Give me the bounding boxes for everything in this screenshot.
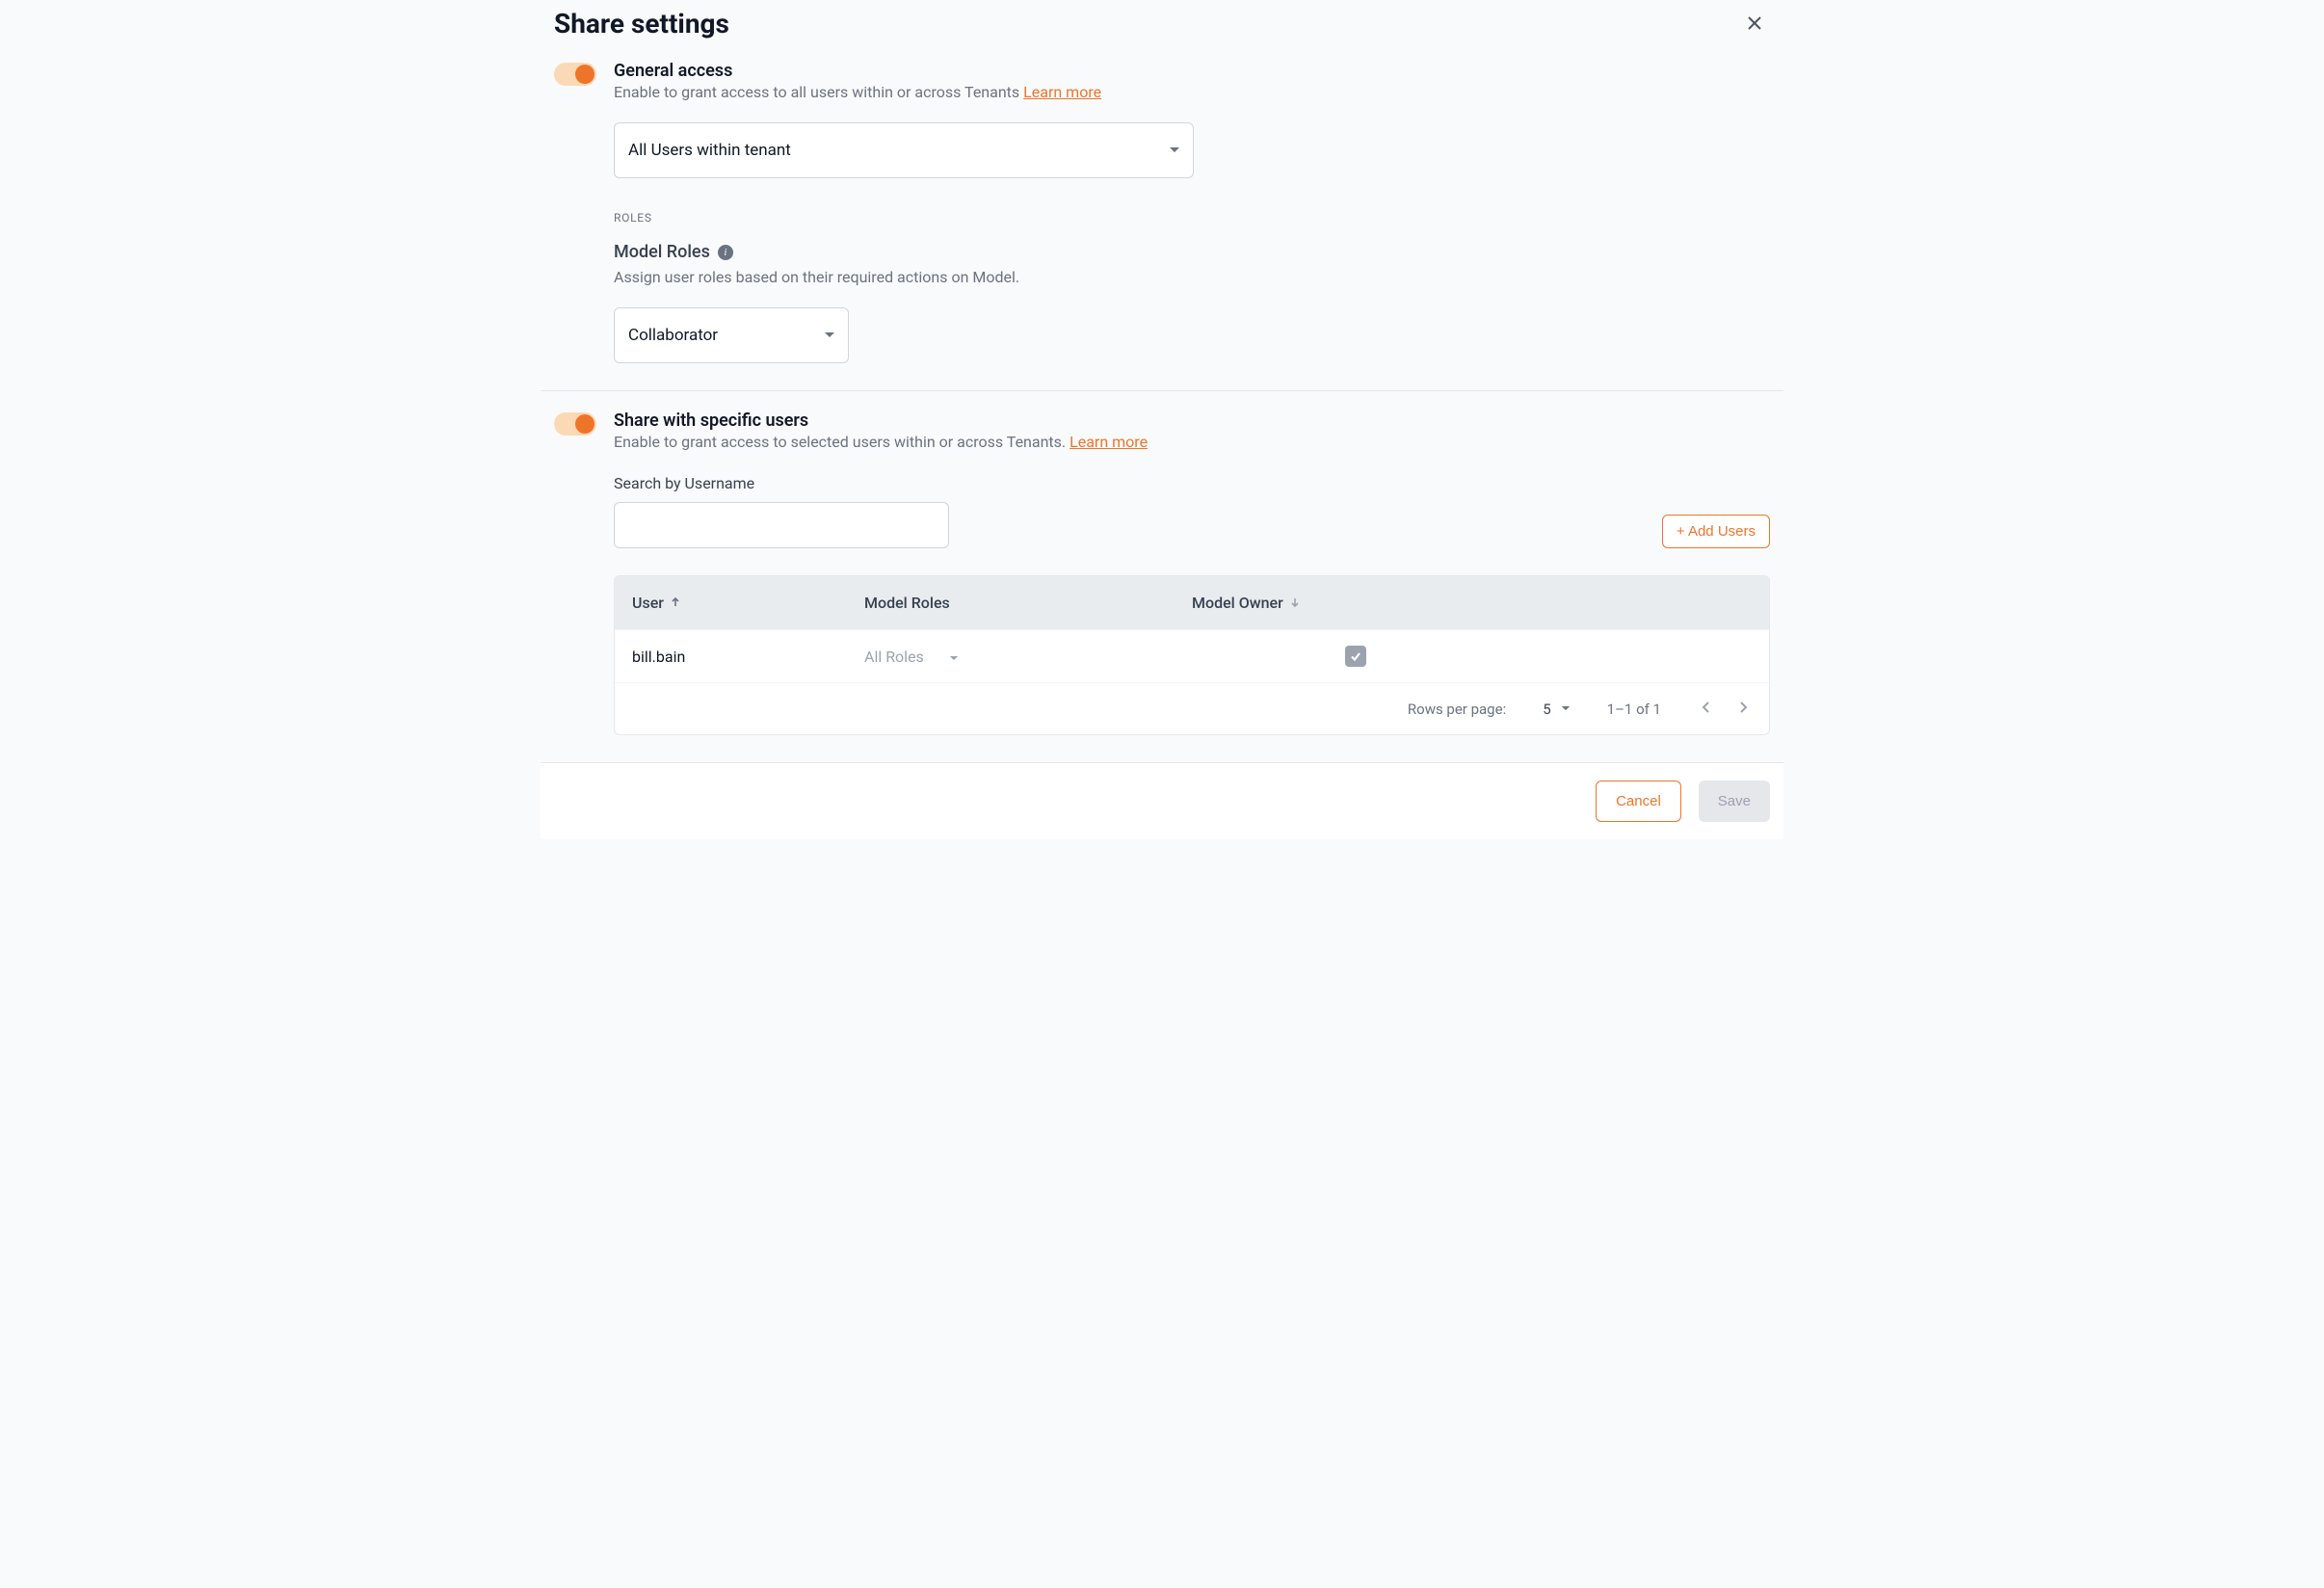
- general-access-section: General access Enable to grant access to…: [541, 41, 1783, 390]
- model-roles-title: Model Roles: [614, 242, 710, 262]
- chevron-down-icon: [1561, 705, 1571, 712]
- rows-per-page-label: Rows per page:: [1408, 701, 1506, 718]
- dialog-footer: Cancel Save: [541, 762, 1783, 839]
- sort-desc-icon: [1289, 594, 1301, 612]
- info-icon[interactable]: i: [718, 245, 733, 260]
- column-user[interactable]: User: [632, 594, 864, 612]
- sort-asc-icon: [670, 594, 681, 612]
- general-access-desc: Enable to grant access to all users with…: [614, 83, 1770, 101]
- next-page-button[interactable]: [1734, 697, 1752, 721]
- chevron-down-icon: [1169, 146, 1180, 154]
- table-head: User Model Roles Model Owner: [615, 576, 1769, 629]
- dialog-title: Share settings: [554, 8, 729, 40]
- model-role-select[interactable]: Collaborator: [614, 307, 849, 363]
- cell-role-select[interactable]: All Roles: [864, 648, 1192, 666]
- specific-users-toggle[interactable]: [554, 412, 596, 436]
- specific-users-section: Share with specific users Enable to gran…: [541, 390, 1783, 762]
- specific-users-learn-more[interactable]: Learn more: [1070, 433, 1148, 451]
- search-username-input[interactable]: [614, 502, 949, 548]
- general-access-learn-more[interactable]: Learn more: [1023, 83, 1101, 101]
- pagination-range: 1–1 of 1: [1607, 701, 1661, 718]
- table-footer: Rows per page: 5 1–1 of 1: [615, 682, 1769, 734]
- users-table: User Model Roles Model Owner: [614, 575, 1770, 735]
- chevron-down-icon: [949, 648, 959, 666]
- cancel-button[interactable]: Cancel: [1596, 781, 1681, 822]
- search-label: Search by Username: [614, 474, 949, 492]
- roles-subheading: ROLES: [614, 211, 1770, 225]
- general-access-scope-select[interactable]: All Users within tenant: [614, 122, 1194, 178]
- chevron-down-icon: [824, 331, 835, 339]
- specific-users-desc: Enable to grant access to selected users…: [614, 433, 1770, 451]
- table-row: bill.bain All Roles: [615, 629, 1769, 682]
- chevron-right-icon: [1738, 701, 1748, 714]
- column-model-roles[interactable]: Model Roles: [864, 594, 1192, 612]
- share-settings-dialog: Share settings General access Enable to …: [541, 0, 1783, 839]
- model-owner-checkbox[interactable]: [1345, 646, 1366, 667]
- general-access-toggle[interactable]: [554, 63, 596, 86]
- chevron-left-icon: [1702, 701, 1711, 714]
- column-model-owner[interactable]: Model Owner: [1192, 594, 1519, 612]
- save-button[interactable]: Save: [1699, 781, 1770, 822]
- model-roles-desc: Assign user roles based on their require…: [614, 268, 1770, 286]
- general-access-title: General access: [614, 61, 1770, 81]
- cell-user: bill.bain: [632, 648, 864, 666]
- close-icon: [1745, 13, 1764, 33]
- rows-per-page-select[interactable]: 5: [1543, 701, 1570, 718]
- specific-users-title: Share with specific users: [614, 410, 1770, 431]
- check-icon: [1349, 649, 1362, 663]
- add-users-button[interactable]: + Add Users: [1662, 515, 1770, 548]
- prev-page-button[interactable]: [1698, 697, 1715, 721]
- close-button[interactable]: [1739, 8, 1770, 41]
- dialog-header: Share settings: [541, 0, 1783, 41]
